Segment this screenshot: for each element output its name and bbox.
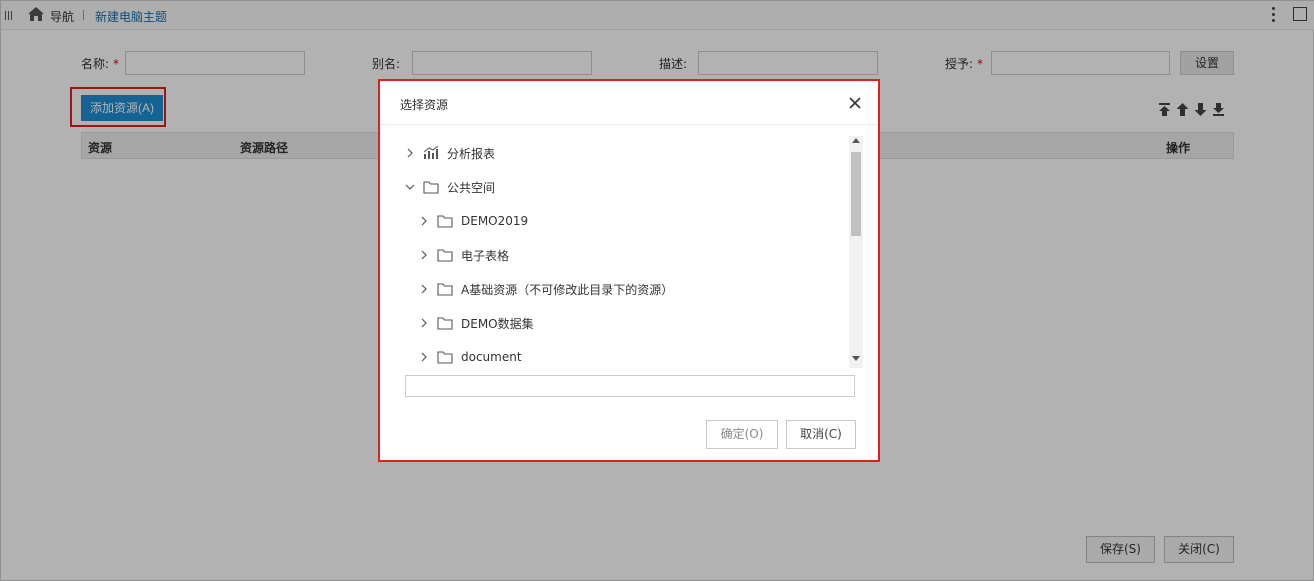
- tree-item-label: DEMO数据集: [461, 316, 534, 331]
- resource-path-input[interactable]: [405, 375, 855, 397]
- folder-icon: [437, 283, 453, 296]
- scroll-up-icon[interactable]: [852, 138, 860, 143]
- tree-item-label: 分析报表: [447, 146, 496, 161]
- scroll-thumb[interactable]: [851, 152, 861, 236]
- folder-icon: [437, 317, 453, 330]
- chevron-down-icon[interactable]: [405, 182, 415, 192]
- tree-item-label: DEMO2019: [461, 214, 529, 228]
- tree-item-label: 电子表格: [461, 248, 510, 263]
- folder-icon: [437, 215, 453, 228]
- select-resource-dialog: 选择资源 分析报表 公共空间 DEMO2019 电子表格 A基础资源（不可修改此…: [378, 79, 880, 462]
- tree-item-demo2019[interactable]: DEMO2019: [419, 211, 528, 231]
- scroll-down-icon[interactable]: [852, 356, 860, 361]
- folder-icon: [437, 249, 453, 262]
- chevron-right-icon[interactable]: [419, 216, 429, 226]
- folder-icon: [437, 351, 453, 364]
- tree-item-analysis-report[interactable]: 分析报表: [405, 143, 495, 163]
- tree-item-label: 公共空间: [447, 180, 496, 195]
- chevron-right-icon[interactable]: [419, 284, 429, 294]
- tree-item-label: A基础资源（不可修改此目录下的资源）: [461, 282, 674, 297]
- tree-item-public-space[interactable]: 公共空间: [405, 177, 495, 197]
- dialog-title: 选择资源: [400, 98, 449, 112]
- chevron-right-icon[interactable]: [405, 148, 415, 158]
- chevron-right-icon[interactable]: [419, 250, 429, 260]
- tree-item-document[interactable]: document: [419, 347, 522, 367]
- tree-item-label: document: [461, 350, 522, 364]
- chevron-right-icon[interactable]: [419, 352, 429, 362]
- analysis-report-icon: [423, 146, 439, 159]
- dialog-header: 选择资源: [380, 81, 878, 125]
- close-icon[interactable]: [849, 97, 861, 109]
- cancel-button[interactable]: 取消(C): [786, 420, 856, 449]
- chevron-right-icon[interactable]: [419, 318, 429, 328]
- confirm-button[interactable]: 确定(O): [706, 420, 778, 449]
- resource-tree: 分析报表 公共空间 DEMO2019 电子表格 A基础资源（不可修改此目录下的资…: [398, 136, 848, 370]
- tree-item-spreadsheet[interactable]: 电子表格: [419, 245, 509, 265]
- tree-scrollbar[interactable]: [849, 136, 863, 368]
- tree-item-basic-resources[interactable]: A基础资源（不可修改此目录下的资源）: [419, 279, 673, 299]
- tree-item-demo-dataset[interactable]: DEMO数据集: [419, 313, 534, 333]
- folder-icon: [423, 181, 439, 194]
